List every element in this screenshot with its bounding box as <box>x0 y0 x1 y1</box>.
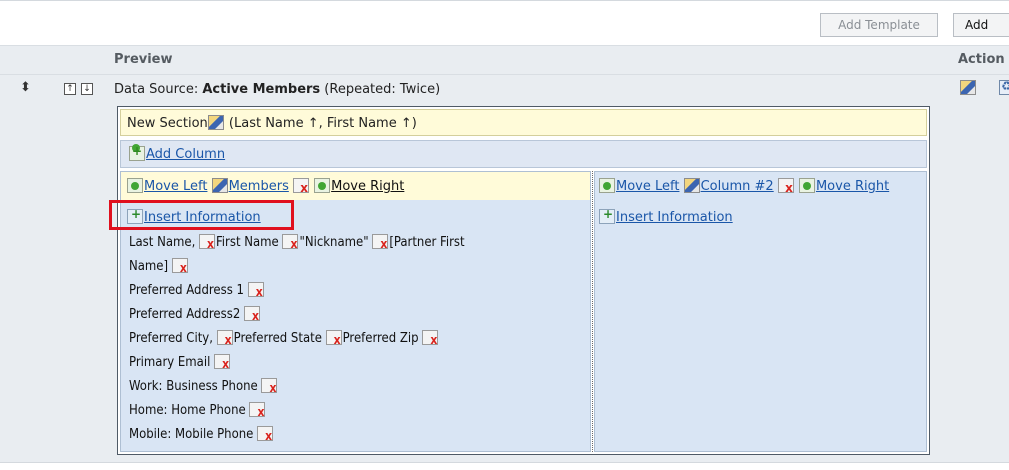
field-line: Name] <box>129 258 189 275</box>
field-nickname: "Nickname" <box>299 235 373 250</box>
move-right-link[interactable]: Move Right <box>816 179 889 194</box>
field-last-name: Last Name, <box>129 235 200 250</box>
move-left-link[interactable]: Move Left <box>144 179 207 194</box>
edit-icon[interactable] <box>960 80 976 95</box>
field-line: Home: Home Phone <box>129 402 266 419</box>
insert-information-wrap: Insert Information <box>599 207 733 225</box>
field-partner-first-name-cont: Name] <box>129 259 172 274</box>
field-line: Preferred Address2 <box>129 306 261 323</box>
preview-column-header: Preview <box>114 52 173 67</box>
add-column-link[interactable]: Add Column <box>146 147 225 162</box>
field-partner-first-name: [Partner First <box>389 235 465 250</box>
datasource-prefix: Data Source: <box>114 82 203 97</box>
add-column-link-wrap: Add Column <box>129 144 225 162</box>
highlight-annotation <box>109 200 294 230</box>
table-bottom-divider <box>0 462 1009 470</box>
move-left-icon[interactable] <box>127 178 143 193</box>
section-name: New Section <box>127 116 208 131</box>
remove-field-icon[interactable] <box>214 354 231 371</box>
move-down-icon[interactable]: ↓ <box>81 83 93 95</box>
insert-information-icon[interactable] <box>599 207 615 224</box>
move-left-link[interactable]: Move Left <box>616 179 679 194</box>
remove-field-icon[interactable] <box>247 282 264 299</box>
delete-column-icon[interactable] <box>777 178 794 195</box>
field-line: Preferred Address 1 <box>129 282 265 299</box>
section-sort: (Last Name ↑, First Name ↑) <box>224 116 417 131</box>
add-template-button[interactable]: Add Template <box>820 13 938 37</box>
section-title: New Section (Last Name ↑, First Name ↑) <box>127 115 417 131</box>
move-up-icon[interactable]: ↑ <box>64 83 76 95</box>
move-right-icon[interactable] <box>798 178 815 193</box>
field-primary-email: Primary Email <box>129 355 215 370</box>
remove-field-icon[interactable] <box>257 426 274 443</box>
column-name-link[interactable]: Members <box>229 179 289 194</box>
move-right-icon[interactable] <box>314 178 331 193</box>
move-left-icon[interactable] <box>599 178 615 193</box>
remove-field-icon[interactable] <box>171 258 188 275</box>
remove-field-icon[interactable] <box>372 234 389 251</box>
field-mobile-phone: Mobile: Mobile Phone <box>129 427 258 442</box>
edit-column-icon[interactable] <box>683 178 700 193</box>
field-line: Work: Business Phone <box>129 378 278 395</box>
field-line: Last Name, First Name "Nickname" [Partne… <box>129 234 465 251</box>
remove-field-icon[interactable] <box>282 234 299 251</box>
field-first-name: First Name <box>216 235 283 250</box>
field-home-phone: Home: Home Phone <box>129 403 250 418</box>
recycle-icon[interactable] <box>999 79 1009 95</box>
datasource-repeat: (Repeated: Twice) <box>320 82 441 97</box>
section-title-bar: New Section (Last Name ↑, First Name ↑) <box>120 109 927 136</box>
field-line: Primary Email <box>129 354 231 371</box>
datasource-label: Data Source: Active Members (Repeated: T… <box>114 82 440 97</box>
datasource-name: Active Members <box>202 82 321 97</box>
remove-field-icon[interactable] <box>243 306 260 323</box>
field-preferred-address-2: Preferred Address2 <box>129 307 244 322</box>
add-column-bar: Add Column <box>120 140 927 168</box>
drag-handle-icon[interactable]: ⬍ <box>20 81 31 95</box>
table-header: Preview Action <box>0 45 1009 75</box>
column-header-controls: Move Left Members Move Right <box>127 178 404 195</box>
remove-field-icon[interactable] <box>216 330 233 347</box>
move-right-link[interactable]: Move Right <box>331 179 404 194</box>
column-header-members: Move Left Members Move Right <box>121 172 590 200</box>
field-preferred-zip: Preferred Zip <box>342 331 423 346</box>
column-header-controls: Move Left Column #2 Move Right <box>599 178 889 195</box>
insert-information-link[interactable]: Insert Information <box>616 210 733 225</box>
remove-field-icon[interactable] <box>325 330 342 347</box>
action-column-header: Action <box>958 52 1005 67</box>
remove-field-icon[interactable] <box>249 402 266 419</box>
remove-field-icon[interactable] <box>261 378 278 395</box>
field-line: Mobile: Mobile Phone <box>129 426 274 443</box>
add-button[interactable]: Add <box>953 13 1009 37</box>
template-section: New Section (Last Name ↑, First Name ↑) … <box>117 106 930 455</box>
column-2: Move Left Column #2 Move Right Insert In… <box>594 171 927 452</box>
add-column-icon[interactable] <box>129 144 145 161</box>
edit-section-icon[interactable] <box>207 115 224 130</box>
field-business-phone: Work: Business Phone <box>129 379 262 394</box>
column-header-2: Move Left Column #2 Move Right <box>595 172 926 200</box>
field-preferred-address-1: Preferred Address 1 <box>129 283 248 298</box>
field-preferred-city: Preferred City, <box>129 331 217 346</box>
field-preferred-state: Preferred State <box>233 331 326 346</box>
delete-column-icon[interactable] <box>292 178 309 195</box>
remove-field-icon[interactable] <box>422 330 439 347</box>
edit-column-icon[interactable] <box>211 178 228 193</box>
toolbar: Add Template Add <box>0 0 1009 45</box>
field-line: Preferred City, Preferred State Preferre… <box>129 330 439 347</box>
column-name-link[interactable]: Column #2 <box>701 179 774 194</box>
column-divider <box>592 171 593 452</box>
remove-field-icon[interactable] <box>199 234 216 251</box>
